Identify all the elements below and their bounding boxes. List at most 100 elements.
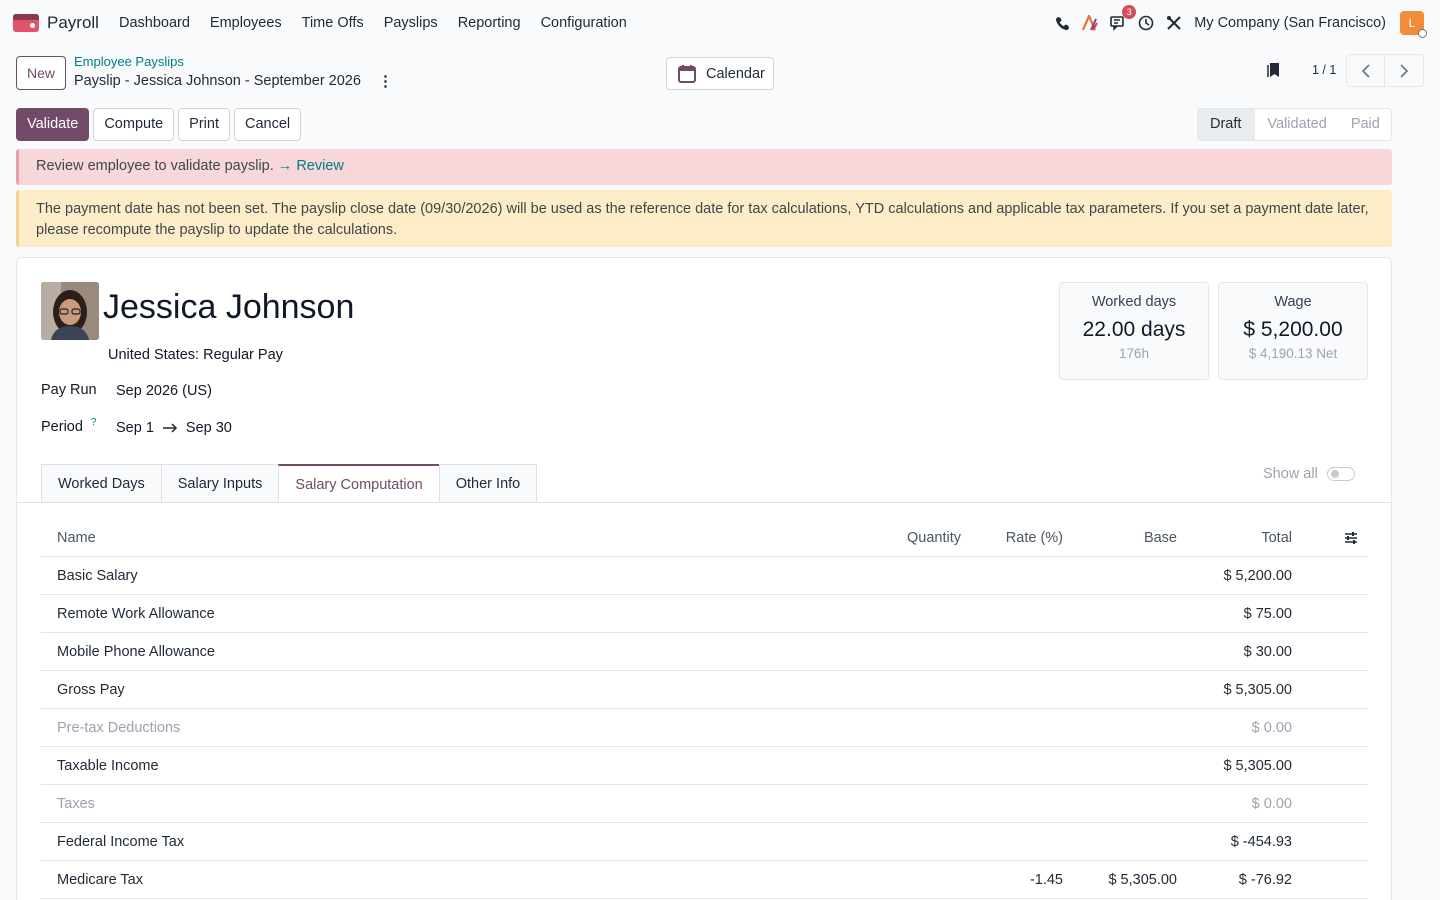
tools-icon[interactable] — [1165, 14, 1183, 32]
worked-hours-value: 176h — [1118, 346, 1150, 361]
menu-time-offs[interactable]: Time Offs — [302, 15, 364, 31]
column-name[interactable]: Name — [41, 530, 811, 546]
line-name: Federal Income Tax — [57, 833, 185, 850]
menu-employees[interactable]: Employees — [210, 15, 282, 31]
status-paid[interactable]: Paid — [1339, 109, 1392, 140]
line-total: $ -76.92 — [1238, 871, 1292, 888]
review-alert: Review employee to validate payslip. → R… — [16, 149, 1392, 185]
wage-stat[interactable]: Wage $ 5,200.00 $ 4,190.13 Net — [1218, 282, 1368, 380]
ai-icon[interactable] — [1081, 14, 1099, 32]
show-all-toggle[interactable]: Show all — [1263, 466, 1355, 482]
wage-value: $ 5,200.00 — [1243, 318, 1343, 341]
pager-value[interactable]: 1 / 1 — [1312, 63, 1336, 77]
table-row[interactable]: Mobile Phone Allowance $ 30.00 — [41, 633, 1368, 671]
menu-payslips[interactable]: Payslips — [384, 15, 438, 31]
record-title-text: Payslip - Jessica Johnson - September 20… — [74, 73, 361, 89]
notebook-tabs: Worked Days Salary Inputs Salary Computa… — [41, 464, 538, 503]
user-initial: L — [1408, 16, 1416, 30]
user-avatar[interactable]: L — [1400, 11, 1427, 38]
chevron-left-icon — [1361, 63, 1370, 78]
column-base[interactable]: Base — [1063, 530, 1177, 546]
menu-dashboard[interactable]: Dashboard — [119, 15, 190, 31]
table-row[interactable]: Taxable Income $ 5,305.00 — [41, 747, 1368, 785]
line-total: $ 75.00 — [1243, 605, 1292, 622]
messages-badge: 3 — [1122, 5, 1137, 19]
breadcrumb-employee-payslips[interactable]: Employee Payslips — [74, 54, 184, 69]
worked-days-title: Worked days — [1091, 294, 1177, 310]
period-start-field[interactable]: Sep 1 — [116, 420, 154, 436]
show-all-switch[interactable] — [1326, 467, 1355, 481]
new-button[interactable]: New — [16, 56, 67, 90]
table-row[interactable]: Taxes $ 0.00 — [41, 785, 1368, 823]
line-name: Medicare Tax — [57, 871, 143, 888]
period-end-field[interactable]: Sep 30 — [186, 420, 232, 436]
sliders-icon — [1345, 532, 1357, 544]
action-buttons: Validate Compute Print Cancel — [16, 108, 305, 141]
pager-next-button[interactable] — [1385, 54, 1424, 87]
company-switcher[interactable]: My Company (San Francisco) — [1194, 15, 1386, 31]
table-row[interactable]: Medicare Tax -1.45 $ 5,305.00 $ -76.92 — [41, 861, 1368, 899]
period-help-icon[interactable]: ? — [91, 417, 97, 428]
review-alert-text: Review employee to validate payslip. — [36, 158, 274, 174]
table-row[interactable]: Basic Salary $ 5,200.00 — [41, 557, 1368, 595]
table-header: Name Quantity Rate (%) Base Total — [41, 520, 1368, 557]
systray: 3 My Company (San Francisco) L — [1043, 5, 1427, 38]
line-total: $ 0.00 — [1251, 795, 1292, 812]
calendar-icon — [678, 64, 696, 83]
compute-button[interactable]: Compute — [93, 108, 175, 141]
employee-name[interactable]: Jessica Johnson — [103, 288, 354, 327]
presence-indicator — [1418, 29, 1427, 38]
actions-menu-icon[interactable]: ⋮ — [378, 72, 393, 90]
tabs-divider — [17, 502, 1391, 503]
tab-other-info[interactable]: Other Info — [438, 464, 538, 503]
period-label-text: Period — [41, 419, 83, 435]
cancel-button[interactable]: Cancel — [234, 108, 302, 141]
salary-computation-table: Name Quantity Rate (%) Base Total Basic … — [41, 520, 1368, 899]
column-rate[interactable]: Rate (%) — [961, 530, 1063, 546]
bookmark-icon[interactable] — [1267, 62, 1281, 81]
employee-photo[interactable] — [41, 282, 99, 340]
menu-configuration[interactable]: Configuration — [541, 15, 627, 31]
worked-days-stat[interactable]: Worked days 22.00 days 176h — [1059, 282, 1209, 380]
table-row[interactable]: Federal Income Tax $ -454.93 — [41, 823, 1368, 861]
table-row[interactable]: Remote Work Allowance $ 75.00 — [41, 595, 1368, 633]
column-quantity[interactable]: Quantity — [811, 530, 961, 546]
line-total: $ 5,200.00 — [1223, 567, 1292, 584]
calendar-button[interactable]: Calendar — [666, 57, 774, 90]
clock-icon[interactable] — [1137, 14, 1155, 32]
status-draft[interactable]: Draft — [1198, 109, 1256, 140]
show-all-label: Show all — [1263, 466, 1318, 482]
net-wage-value: $ 4,190.13 Net — [1248, 346, 1338, 361]
validate-button[interactable]: Validate — [16, 108, 90, 141]
phone-icon[interactable] — [1053, 14, 1071, 32]
status-validated[interactable]: Validated — [1255, 109, 1338, 140]
calendar-label: Calendar — [706, 65, 765, 82]
payroll-app-icon[interactable] — [13, 14, 39, 32]
column-total[interactable]: Total — [1177, 530, 1292, 546]
pay-run-field[interactable]: Sep 2026 (US) — [116, 383, 212, 399]
record-title: Payslip - Jessica Johnson - September 20… — [74, 72, 393, 90]
chevron-right-icon — [1400, 63, 1409, 78]
line-name: Mobile Phone Allowance — [57, 643, 215, 660]
menu-reporting[interactable]: Reporting — [458, 15, 521, 31]
top-navbar: Payroll Dashboard Employees Time Offs Pa… — [0, 0, 1440, 46]
line-name: Pre-tax Deductions — [57, 719, 181, 736]
table-row[interactable]: Pre-tax Deductions $ 0.00 — [41, 709, 1368, 747]
line-total: $ -454.93 — [1230, 833, 1292, 850]
pager-previous-button[interactable] — [1346, 54, 1385, 87]
salary-structure[interactable]: United States: Regular Pay — [108, 347, 283, 363]
tab-salary-inputs[interactable]: Salary Inputs — [160, 464, 280, 503]
line-total: $ 0.00 — [1251, 719, 1292, 736]
messages-icon[interactable]: 3 — [1109, 5, 1137, 32]
table-row[interactable]: Gross Pay $ 5,305.00 — [41, 671, 1368, 709]
print-button[interactable]: Print — [178, 108, 230, 141]
pager-buttons — [1346, 54, 1424, 87]
tab-salary-computation[interactable]: Salary Computation — [278, 464, 440, 503]
wage-title: Wage — [1274, 294, 1312, 310]
payment-date-warning-text: The payment date has not been set. The p… — [36, 201, 1369, 238]
optional-columns-toggle[interactable] — [1292, 531, 1368, 545]
tab-worked-days[interactable]: Worked Days — [41, 464, 162, 503]
review-link[interactable]: → Review — [278, 158, 344, 174]
app-name[interactable]: Payroll — [47, 13, 99, 33]
line-name: Taxable Income — [57, 757, 159, 774]
